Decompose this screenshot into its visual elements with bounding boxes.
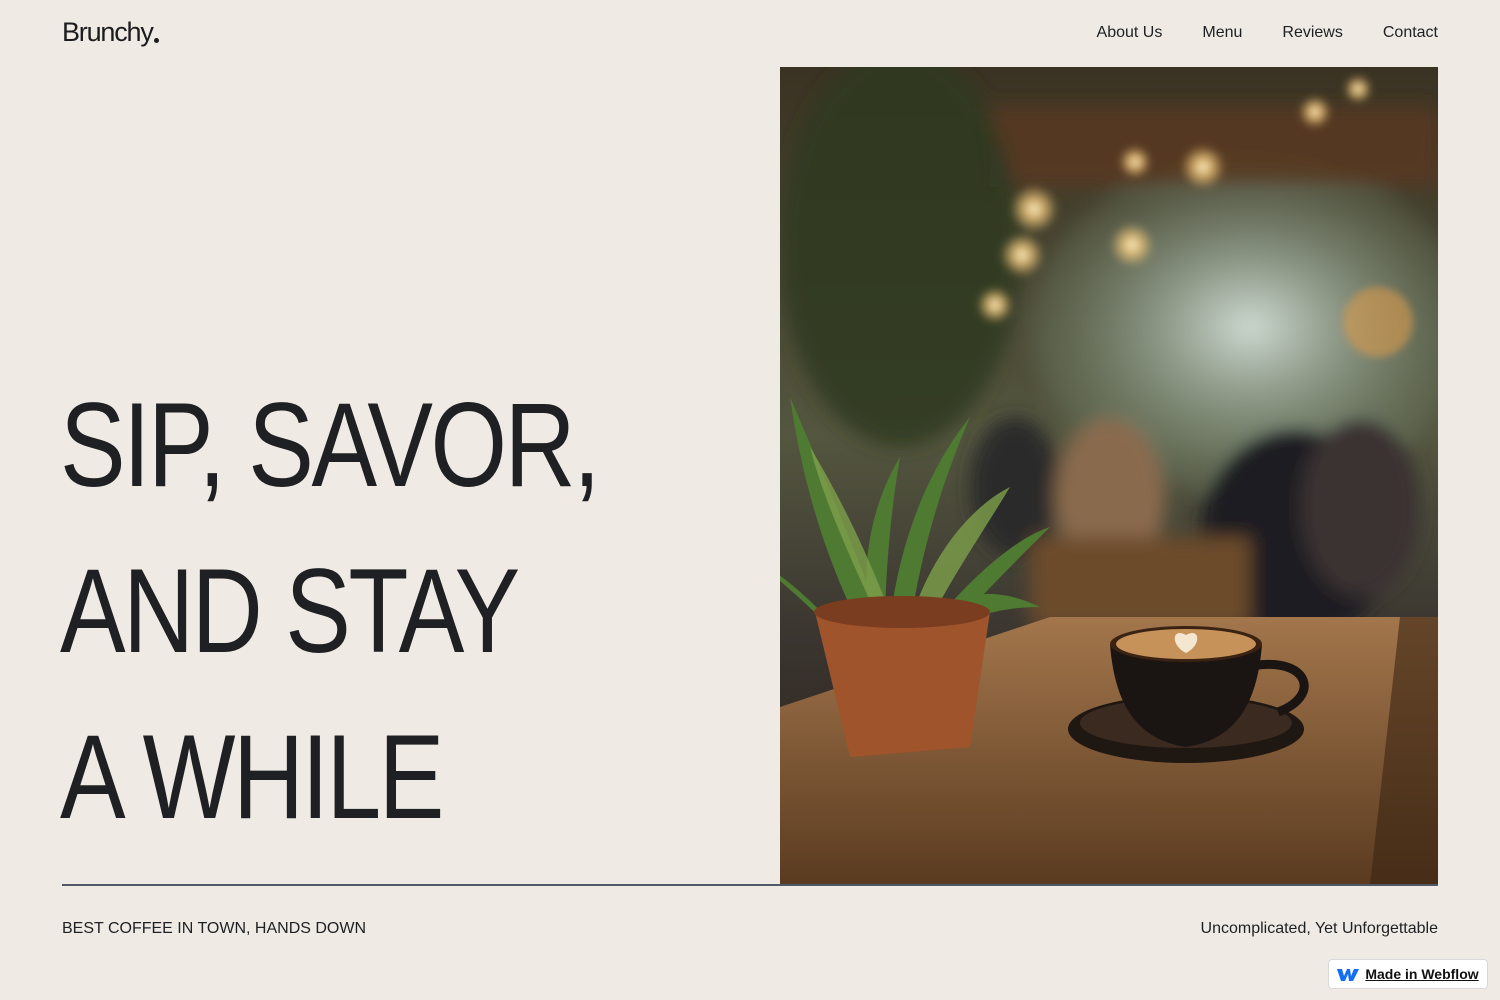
- hero-title-line-3: A WHILE: [60, 710, 444, 844]
- nav-contact[interactable]: Contact: [1383, 23, 1438, 43]
- hero-title-line-2: AND STAY: [60, 544, 520, 678]
- brand-name: Brunchy: [62, 17, 154, 47]
- section-divider: [62, 884, 1438, 886]
- brand-dot-icon: [153, 38, 159, 43]
- badge-label: Made in Webflow: [1365, 966, 1479, 982]
- tagline-left: BEST COFFEE IN TOWN, HANDS DOWN: [62, 920, 367, 937]
- tagline-right: Uncomplicated, Yet Unforgettable: [1200, 920, 1438, 937]
- hero-cafe-photo: [780, 67, 1438, 885]
- hero-title-line-1: SIP, SAVOR,: [60, 378, 601, 512]
- nav-menu[interactable]: Menu: [1202, 23, 1242, 43]
- made-in-webflow-badge[interactable]: Made in Webflow: [1328, 959, 1488, 989]
- top-nav: About Us Menu Reviews Contact: [1097, 23, 1438, 43]
- nav-about-us[interactable]: About Us: [1097, 23, 1163, 43]
- nav-reviews[interactable]: Reviews: [1282, 23, 1342, 43]
- brand-logo[interactable]: Brunchy: [62, 17, 159, 48]
- hero-title: SIP, SAVOR, AND STAY A WHILE: [60, 362, 601, 860]
- webflow-logo-icon: [1337, 969, 1360, 981]
